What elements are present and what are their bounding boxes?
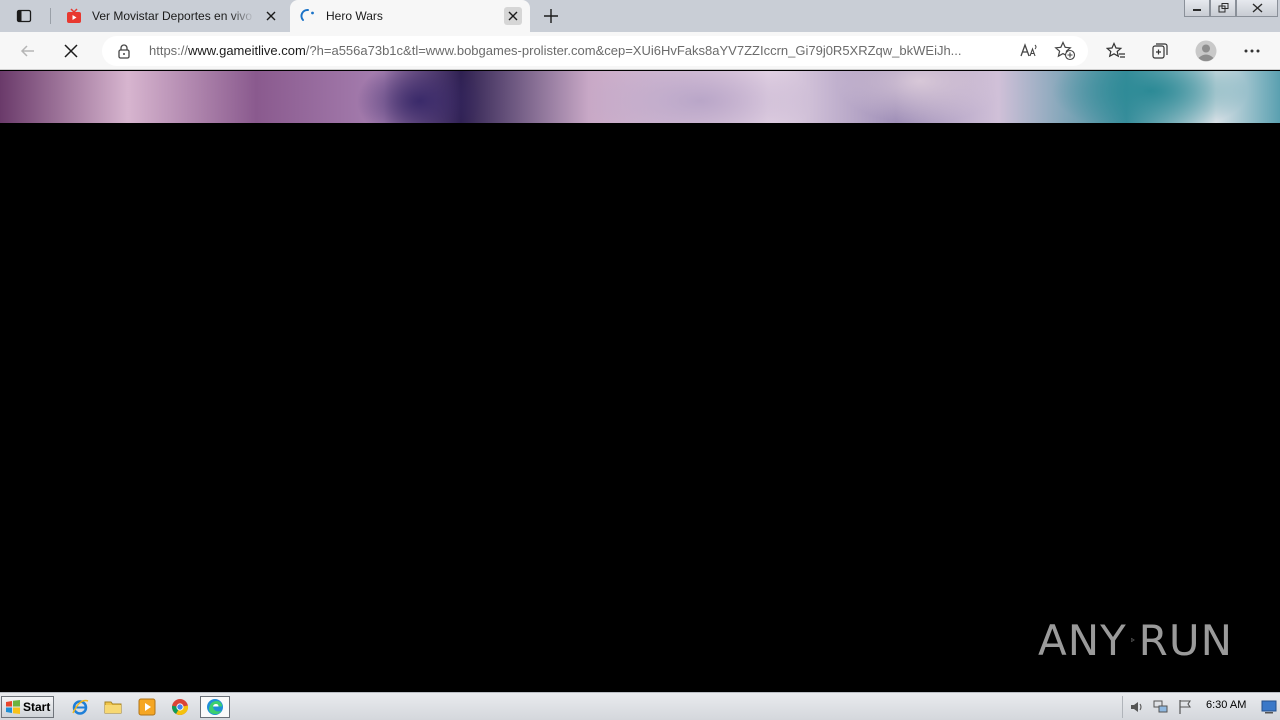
tab-close-button[interactable] [504,7,522,25]
game-canvas[interactable] [0,123,1280,692]
edge-icon [207,699,223,715]
add-favorite-button[interactable] [1054,41,1076,61]
window-close-button[interactable] [1236,0,1278,17]
url-prefix: https:// [149,43,189,58]
url-text[interactable]: https://www.gameitlive.com/?h=a556a73b1c… [149,43,1011,59]
url-domain: www.gameitlive.com [188,43,306,58]
address-bar[interactable]: https://www.gameitlive.com/?h=a556a73b1c… [102,36,1088,66]
taskbar-explorer[interactable] [103,697,123,717]
close-icon [266,11,276,21]
tab-hero-wars[interactable]: Hero Wars [290,0,530,32]
watermark-text-any: ANY [1038,615,1127,665]
read-aloud-icon [1020,43,1037,57]
tab-title: Hero Wars [326,9,383,23]
tab-movistar[interactable]: Ver Movistar Deportes en vivo online [56,0,288,32]
window-controls [1184,0,1278,18]
tab-actions-button[interactable] [6,5,42,27]
anyrun-watermark: ANY RUN [1038,608,1233,672]
taskbar-chrome[interactable] [170,697,190,717]
back-button[interactable] [15,38,41,64]
collections-icon [1152,43,1168,59]
restore-icon [1218,3,1228,13]
tab-close-button[interactable] [262,7,280,25]
taskbar: Start 6:30 AM [0,692,1280,720]
close-icon [1252,3,1262,13]
plus-icon [544,9,558,23]
folder-icon [104,701,122,714]
avatar-icon [1195,40,1217,62]
chrome-icon [172,699,189,715]
taskbar-clock[interactable]: 6:30 AM [1206,699,1246,711]
read-aloud-button[interactable] [1019,41,1039,61]
tab-strip: Ver Movistar Deportes en vivo online Her… [0,0,1280,32]
play-logo-icon [1131,637,1135,643]
minimize-button[interactable] [1184,0,1210,17]
url-rest: /?h=a556a73b1c&tl=www.bobgames-prolister… [305,43,962,58]
game-banner-image [0,71,1280,123]
show-desktop-icon[interactable] [1261,699,1277,715]
network-icon[interactable] [1153,699,1169,715]
tab-separator [50,8,51,24]
start-button[interactable]: Start [1,696,54,718]
taskbar-edge[interactable] [200,696,230,718]
system-tray [1122,696,1280,718]
new-tab-button[interactable] [540,5,562,27]
tv-icon [67,8,81,23]
more-dots-icon [1244,49,1260,53]
loading-spinner-icon [300,9,314,21]
tab-title: Ver Movistar Deportes en vivo online [92,9,254,23]
minimize-icon [1193,9,1201,11]
taskbar-ie[interactable] [70,697,90,717]
close-icon [508,11,518,21]
volume-icon[interactable] [1129,699,1145,715]
lock-icon[interactable] [116,43,132,59]
back-arrow-icon [20,45,34,57]
taskbar-media-player[interactable] [137,697,157,717]
collections-button[interactable] [1147,38,1173,64]
tab-actions-icon [16,9,32,23]
windows-logo-icon [6,700,20,714]
browser-toolbar: https://www.gameitlive.com/?h=a556a73b1c… [0,32,1280,70]
profile-button[interactable] [1193,38,1219,64]
close-icon [64,44,78,58]
star-add-icon [1054,41,1076,61]
stop-loading-button[interactable] [58,38,84,64]
settings-menu-button[interactable] [1239,38,1265,64]
media-player-icon [138,698,156,716]
action-center-flag-icon[interactable] [1177,699,1193,715]
watermark-text-run: RUN [1138,615,1233,665]
favorites-button[interactable] [1103,38,1129,64]
internet-explorer-icon [72,699,89,715]
restore-button[interactable] [1210,0,1236,17]
start-label: Start [23,700,51,714]
favorites-list-icon [1106,42,1125,58]
